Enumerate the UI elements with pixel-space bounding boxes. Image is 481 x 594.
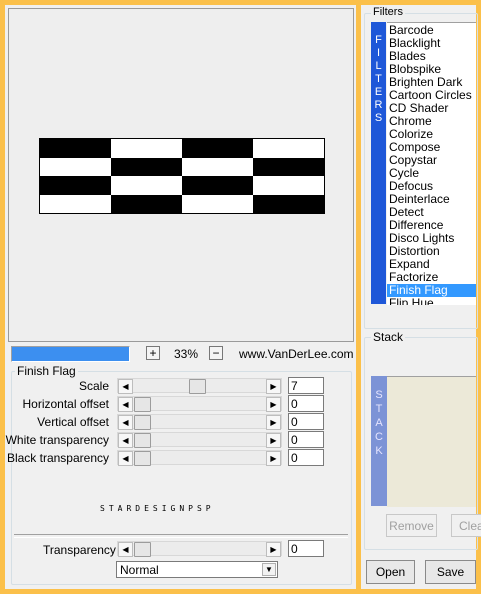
stack-tab-letter: T [375, 403, 383, 415]
param-slider[interactable]: ◀ ▶ [117, 414, 282, 430]
filters-tab-label: FILTERS [371, 34, 386, 125]
slider-right-arrow-icon[interactable]: ▶ [266, 451, 281, 466]
filters-tab-letter: S [374, 112, 383, 124]
transparency-label: Transparency [43, 543, 116, 557]
blend-mode-value: Normal [120, 563, 159, 577]
finish-flag-preview [39, 138, 325, 214]
stack-list[interactable] [387, 376, 476, 507]
stack-title: Stack [371, 330, 406, 344]
param-label: Black transparency [6, 451, 109, 465]
preview-area [8, 8, 354, 342]
slider-left-arrow-icon[interactable]: ◀ [118, 542, 133, 557]
slider-thumb[interactable] [134, 433, 151, 448]
transparency-slider[interactable]: ◀ ▶ [117, 541, 282, 557]
slider-left-arrow-icon[interactable]: ◀ [118, 379, 133, 394]
filters-tab-letter: I [376, 47, 381, 59]
param-value-field[interactable]: 0 [288, 395, 324, 412]
flag-black-cell [40, 176, 111, 195]
filters-tab-letter: R [374, 99, 383, 111]
slider-thumb[interactable] [134, 415, 151, 430]
slider-thumb[interactable] [134, 542, 151, 557]
slider-left-arrow-icon[interactable]: ◀ [118, 415, 133, 430]
credit-link[interactable]: www.VanDerLee.com [239, 347, 354, 361]
remove-button[interactable]: Remove [386, 514, 437, 537]
stack-tab-letter: A [375, 417, 383, 429]
stack-tab-label: STACK [371, 388, 387, 458]
param-value-field[interactable]: 7 [288, 377, 324, 394]
param-label: Scale [78, 379, 109, 393]
param-slider[interactable]: ◀ ▶ [117, 450, 282, 466]
save-button[interactable]: Save [425, 560, 476, 584]
filters-tab-letter: L [375, 60, 382, 72]
param-slider[interactable]: ◀ ▶ [117, 396, 282, 412]
open-button[interactable]: Open [366, 560, 415, 584]
slider-right-arrow-icon[interactable]: ▶ [266, 542, 281, 557]
flag-black-cell [40, 139, 111, 158]
settings-title: Finish Flag [15, 364, 78, 378]
slider-right-arrow-icon[interactable]: ▶ [266, 397, 281, 412]
flag-black-cell [111, 194, 182, 213]
flag-black-cell [111, 157, 182, 176]
slider-right-arrow-icon[interactable]: ▶ [266, 433, 281, 448]
slider-left-arrow-icon[interactable]: ◀ [118, 451, 133, 466]
slider-left-arrow-icon[interactable]: ◀ [118, 433, 133, 448]
progress-bar [11, 346, 130, 362]
param-label: Horizontal offset [22, 397, 110, 411]
zoom-in-button[interactable]: + [146, 346, 160, 360]
clear-button[interactable]: Clear [451, 514, 481, 537]
stack-tab-letter: C [375, 431, 383, 443]
filters-tab-letter: E [374, 86, 383, 98]
stack-tab-letter: S [375, 389, 383, 401]
zoom-out-button[interactable]: − [209, 346, 223, 360]
filters-tab-letter: F [375, 34, 382, 46]
stack-tab-letter: K [375, 445, 383, 457]
flag-black-cell [253, 157, 324, 176]
progress-fill [12, 347, 129, 361]
param-slider[interactable]: ◀ ▶ [117, 378, 282, 394]
chevron-down-icon[interactable]: ▼ [262, 563, 276, 576]
divider [14, 534, 348, 538]
zoom-level: 33% [174, 347, 199, 361]
slider-thumb[interactable] [134, 451, 151, 466]
slider-thumb[interactable] [189, 379, 207, 394]
param-label: Vertical offset [37, 415, 109, 429]
slider-right-arrow-icon[interactable]: ▶ [266, 415, 281, 430]
filters-list[interactable]: Barcode Blacklight Blades Blobspike Brighten… [387, 22, 476, 305]
filters-title: Filters [371, 6, 405, 18]
param-label: White transparency [5, 433, 109, 447]
stack-tab[interactable]: STACK [371, 376, 387, 506]
param-slider[interactable]: ◀ ▶ [117, 432, 282, 448]
flag-black-cell [182, 176, 253, 195]
filters-tab[interactable]: FILTERS [371, 22, 386, 304]
flag-black-cell [182, 139, 253, 158]
slider-thumb[interactable] [134, 397, 151, 412]
param-value-field[interactable]: 0 [288, 413, 324, 430]
filter-list-item[interactable]: Flip Hue [387, 297, 476, 306]
slider-left-arrow-icon[interactable]: ◀ [118, 397, 133, 412]
blend-mode-select[interactable]: Normal ▼ [116, 561, 278, 578]
transparency-value[interactable]: 0 [288, 540, 324, 557]
param-value-field[interactable]: 0 [288, 449, 324, 466]
param-value-field[interactable]: 0 [288, 431, 324, 448]
flag-black-cell [253, 194, 324, 213]
filters-tab-letter: T [375, 73, 382, 85]
slider-right-arrow-icon[interactable]: ▶ [266, 379, 281, 394]
watermark-text: STARDESIGNPSP [100, 504, 215, 513]
